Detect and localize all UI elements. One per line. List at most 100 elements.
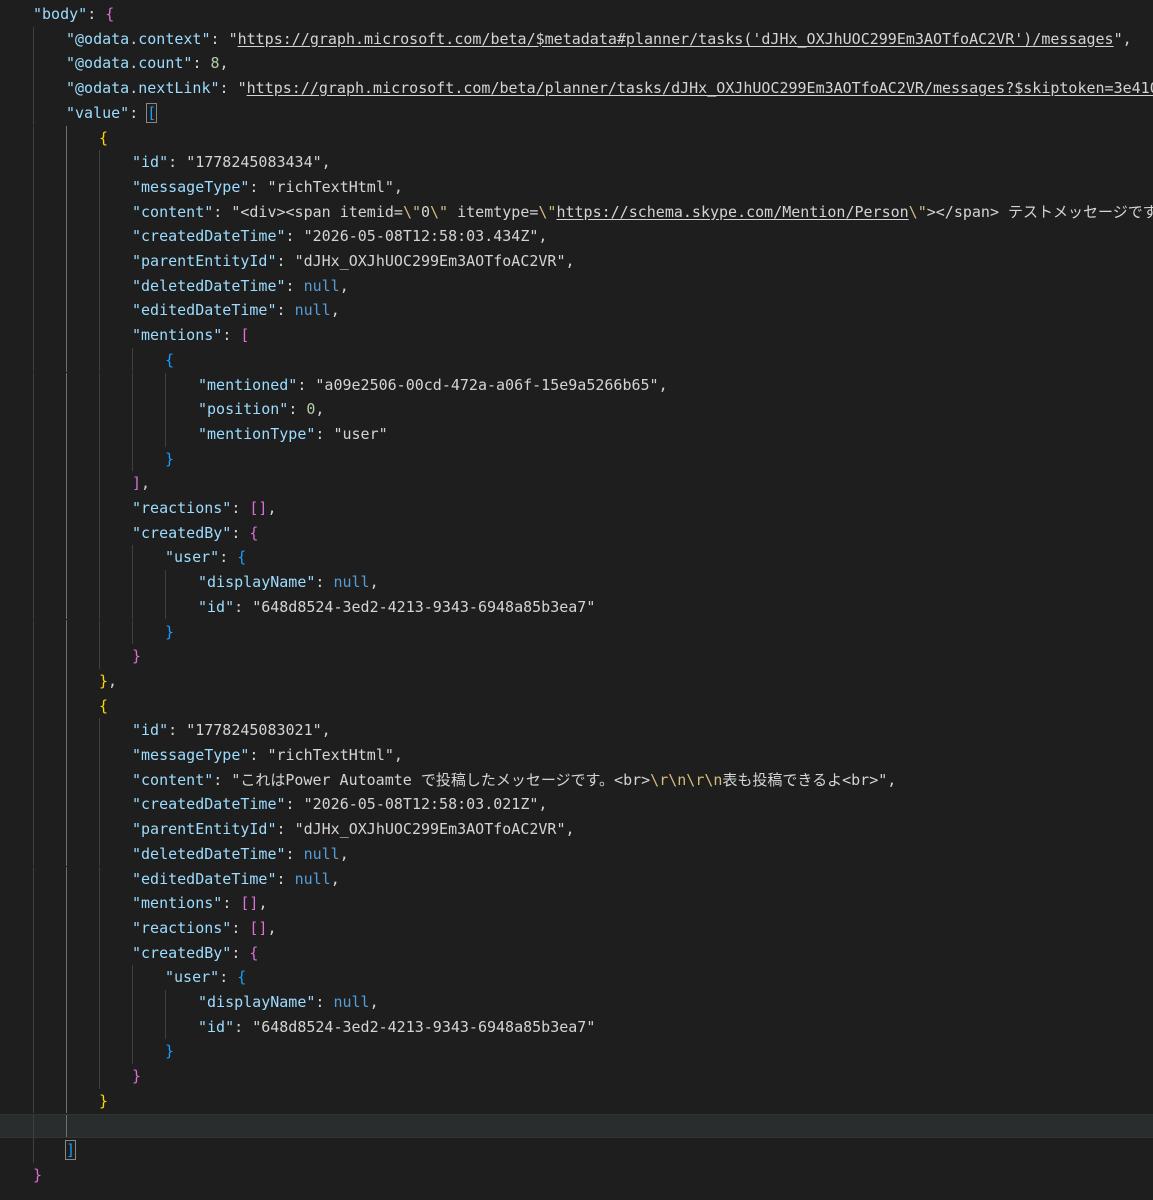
code-line[interactable]: "reactions": [], (0, 915, 1153, 941)
code-editor[interactable]: "body": {"@odata.context": "https://grap… (0, 0, 1153, 1200)
indent-guide (99, 743, 100, 768)
code-line-content: "position": 0, (198, 397, 324, 422)
code-line[interactable]: "@odata.context": "https://graph.microso… (0, 26, 1153, 52)
code-token: "parentEntityId" (132, 820, 277, 839)
indent-guide (66, 767, 67, 793)
code-line-content: "deletedDateTime": null, (132, 842, 349, 867)
code-token: : (168, 721, 187, 740)
code-token: "deletedDateTime" (132, 844, 286, 863)
code-token: } (99, 671, 109, 690)
indent-guide (33, 594, 34, 620)
code-line[interactable]: { (0, 693, 1153, 719)
code-line[interactable]: "createdBy": { (0, 940, 1153, 966)
indent-guide (66, 644, 67, 669)
code-token: { (249, 523, 259, 542)
code-line[interactable]: "value": [ (0, 100, 1153, 126)
code-line[interactable]: "deletedDateTime": null, (0, 273, 1153, 299)
code-line[interactable]: "position": 0, (0, 397, 1153, 422)
code-line[interactable]: } (0, 1039, 1153, 1065)
code-line[interactable]: } (0, 1088, 1153, 1114)
code-line[interactable]: "displayName": null, (0, 570, 1153, 595)
code-line[interactable]: "displayName": null, (0, 990, 1153, 1015)
indent-guide (33, 743, 34, 768)
code-line[interactable]: "id": "648d8524-3ed2-4213-9343-6948a85b3… (0, 1014, 1153, 1040)
code-token: : (276, 869, 295, 888)
indent-guide (165, 570, 166, 595)
code-line[interactable]: "@odata.nextLink": "https://graph.micros… (0, 76, 1153, 101)
code-line[interactable]: "id": "1778245083434", (0, 150, 1153, 175)
code-line-content: { (99, 694, 108, 719)
indent-guide (33, 817, 34, 842)
code-line[interactable]: "body": { (0, 2, 1153, 27)
code-line[interactable]: "mentionType": "user" (0, 421, 1153, 447)
code-token: { (165, 350, 175, 369)
indent-guide (66, 446, 67, 472)
code-token: : (276, 252, 295, 270)
code-token: [] (240, 894, 259, 913)
indent-guide (99, 1064, 100, 1089)
indent-guide (66, 817, 67, 842)
code-token: , (369, 573, 379, 592)
indent-guide (132, 397, 133, 422)
code-line[interactable]: ] (0, 1138, 1153, 1163)
code-line[interactable]: "@odata.count": 8, (0, 51, 1153, 77)
code-line[interactable]: "id": "1778245083021", (0, 718, 1153, 743)
code-line[interactable]: "parentEntityId": "dJHx_OXJhUOC299Em3AOT… (0, 249, 1153, 274)
code-line[interactable]: "editedDateTime": null, (0, 298, 1153, 324)
code-line[interactable]: "createdBy": { (0, 520, 1153, 546)
code-line[interactable]: "id": "648d8524-3ed2-4213-9343-6948a85b3… (0, 594, 1153, 620)
code-line[interactable]: "user": { (0, 545, 1153, 571)
indent-guide (99, 249, 100, 274)
code-line[interactable]: "user": { (0, 965, 1153, 990)
indent-guide (99, 199, 100, 225)
code-line[interactable]: } (0, 1163, 1153, 1188)
code-line-content: "parentEntityId": "dJHx_OXJhUOC299Em3AOT… (132, 249, 575, 274)
indent-guide (132, 1039, 133, 1065)
code-line[interactable]: ], (0, 471, 1153, 496)
code-token: : (231, 943, 250, 962)
indent-guide (33, 792, 34, 818)
code-token: } (33, 1165, 43, 1184)
indent-guide (66, 273, 67, 299)
code-line[interactable]: "reactions": [], (0, 496, 1153, 521)
code-line[interactable]: { (0, 125, 1153, 151)
indent-guide (33, 125, 34, 151)
code-line[interactable]: }, (0, 668, 1153, 694)
code-line[interactable]: "messageType": "richTextHtml", (0, 174, 1153, 200)
code-line[interactable]: "createdDateTime": "2026-05-08T12:58:03.… (0, 224, 1153, 249)
code-line-content: "id": "648d8524-3ed2-4213-9343-6948a85b3… (198, 1015, 595, 1040)
code-line[interactable]: } (0, 619, 1153, 645)
code-line-content: "deletedDateTime": null, (132, 274, 349, 299)
code-token: "dJHx_OXJhUOC299Em3AOTfoAC2VR" (294, 252, 566, 270)
code-token: " (1113, 29, 1123, 48)
code-line-content: { (99, 126, 108, 151)
indent-guide (99, 174, 100, 200)
code-line[interactable]: "messageType": "richTextHtml", (0, 743, 1153, 768)
code-line[interactable]: "createdDateTime": "2026-05-08T12:58:03.… (0, 792, 1153, 818)
code-line[interactable] (0, 1113, 1153, 1139)
code-line[interactable]: } (0, 644, 1153, 669)
code-line[interactable]: "parentEntityId": "dJHx_OXJhUOC299Em3AOT… (0, 817, 1153, 842)
code-line[interactable]: "editedDateTime": null, (0, 866, 1153, 892)
code-line[interactable]: "mentioned": "a09e2506-00cd-472a-a06f-15… (0, 372, 1153, 398)
indent-guide (99, 421, 100, 447)
code-line[interactable]: "mentions": [], (0, 891, 1153, 916)
indent-guide (33, 496, 34, 521)
code-token: , (658, 375, 668, 394)
code-line[interactable]: } (0, 1064, 1153, 1089)
code-line[interactable]: "content": "これはPower Autoamte で投稿したメッセージ… (0, 767, 1153, 793)
code-token: "648d8524-3ed2-4213-9343-6948a85b3ea7" (252, 1017, 596, 1036)
indent-guide (99, 866, 100, 892)
code-token: "position" (198, 400, 289, 419)
indent-guide (33, 323, 34, 348)
code-line[interactable]: "mentions": [ (0, 323, 1153, 348)
code-token: https://schema.skype.com/Mention/Person (556, 202, 909, 221)
code-line[interactable]: "deletedDateTime": null, (0, 841, 1153, 867)
code-line[interactable]: { (0, 347, 1153, 373)
code-line[interactable]: "content": "<div><span itemid=\"0\" item… (0, 199, 1153, 225)
code-line-content: } (165, 447, 174, 472)
code-line[interactable]: } (0, 446, 1153, 472)
code-token: "body" (33, 5, 88, 23)
indent-guide (66, 397, 67, 422)
indent-guide (99, 323, 100, 348)
